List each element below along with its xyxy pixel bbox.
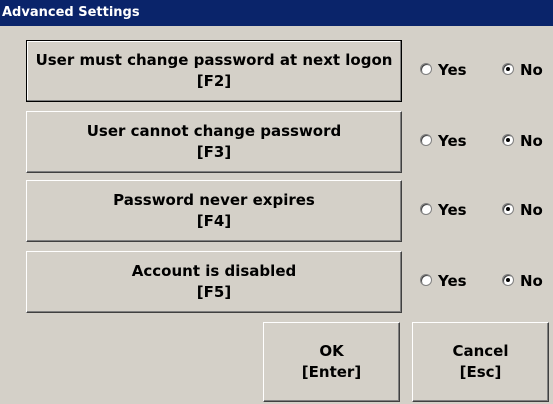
yes-label: Yes: [438, 272, 467, 290]
account-disabled-yes-radio[interactable]: [420, 274, 432, 286]
yes-label: Yes: [438, 61, 467, 79]
must-change-password-radio-group: Yes No: [0, 60, 553, 80]
window-title-bar: Advanced Settings: [0, 0, 553, 26]
password-never-expires-no-radio[interactable]: [502, 203, 514, 215]
no-label: No: [520, 272, 543, 290]
password-never-expires-radio-group: Yes No: [0, 200, 553, 220]
yes-label: Yes: [438, 201, 467, 219]
cannot-change-password-yes-radio[interactable]: [420, 134, 432, 146]
ok-button-shortcut: [Enter]: [301, 363, 362, 381]
cannot-change-password-radio-group: Yes No: [0, 131, 553, 151]
cancel-button[interactable]: Cancel [Esc]: [412, 322, 549, 402]
no-label: No: [520, 61, 543, 79]
no-label: No: [520, 132, 543, 150]
no-label: No: [520, 201, 543, 219]
cannot-change-password-no-radio[interactable]: [502, 134, 514, 146]
must-change-password-no-radio[interactable]: [502, 63, 514, 75]
account-disabled-no-radio[interactable]: [502, 274, 514, 286]
radio-selected-dot: [506, 278, 510, 282]
yes-label: Yes: [438, 132, 467, 150]
cancel-button-label: Cancel: [452, 342, 509, 360]
cancel-button-shortcut: [Esc]: [459, 363, 502, 381]
window-title: Advanced Settings: [2, 5, 140, 20]
radio-selected-dot: [506, 138, 510, 142]
password-never-expires-yes-radio[interactable]: [420, 203, 432, 215]
ok-button[interactable]: OK [Enter]: [263, 322, 400, 402]
account-disabled-radio-group: Yes No: [0, 271, 553, 291]
ok-button-label: OK: [319, 342, 344, 360]
radio-selected-dot: [506, 207, 510, 211]
radio-selected-dot: [506, 67, 510, 71]
must-change-password-yes-radio[interactable]: [420, 63, 432, 75]
